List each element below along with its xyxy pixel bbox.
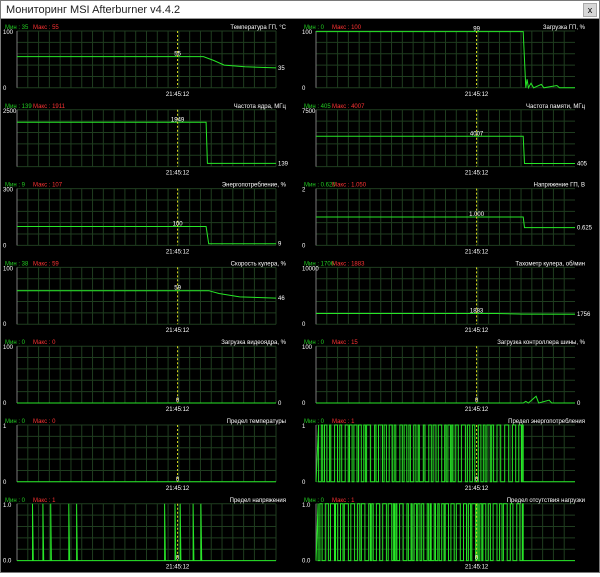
graph-panel[interactable]: Мин : 0.625Макс : 1.050 Напряжение ГП, В2… <box>300 177 598 256</box>
graph-title: Предел отсутствия нагрузки <box>507 498 585 504</box>
stat-max: Макс : 1883 <box>332 261 365 267</box>
stat-max: Макс : 1 <box>332 419 355 425</box>
cursor-time-label: 21:45:12 <box>166 328 190 334</box>
window-title: Мониторинг MSI Afterburner v4.4.2 <box>6 4 181 16</box>
graph-title: Напряжение ГП, В <box>534 183 585 189</box>
cursor-time-label: 21:45:12 <box>465 565 489 571</box>
stat-max: Макс : 0 <box>33 419 56 425</box>
cursor-value-label: 4007 <box>470 131 484 137</box>
y-axis-top-label: 100 <box>3 345 14 351</box>
cursor-time-label: 21:45:12 <box>465 486 489 492</box>
y-axis-top-label: 10000 <box>302 266 319 272</box>
cursor-value-label: 1.000 <box>469 212 485 218</box>
cursor-time-label: 21:45:12 <box>465 407 489 413</box>
graphs-area: Мин : 35 Макс : 55 Температура ГП, °C 100 0 2… <box>1 20 599 572</box>
cursor-time-label: 21:45:12 <box>166 407 190 413</box>
cursor-value-label: 59 <box>174 286 181 292</box>
cursor-time-label: 21:45:12 <box>166 249 190 255</box>
close-button[interactable]: x <box>583 3 597 17</box>
y-axis-top-label: 100 <box>3 266 14 272</box>
graph-title: Загрузка видеоядра, % <box>221 340 286 346</box>
graph-panel[interactable]: Мин : 0 Макс : 100 Загрузка ГП, %100021:45… <box>300 20 598 98</box>
graph-panel[interactable]: Мин : 0 Макс : 1 Предел напряжения1.00.021… <box>1 492 299 571</box>
stat-min: Мин : 0 <box>304 419 325 425</box>
graph-panel[interactable]: Мин : 0 Макс : 15 Загрузка контроллера шин… <box>300 335 598 413</box>
graph-title: Предел напряжения <box>230 498 286 504</box>
graph-panel[interactable]: Мин : 0 Макс : 0 Загрузка видеоядра, %1000… <box>1 335 299 413</box>
graph-panel[interactable]: Мин : 139 Макс : 1911 Частота ядра, МГц250… <box>1 98 299 177</box>
stat-max: Макс : 15 <box>332 340 358 346</box>
graph-panel[interactable]: Мин : 0 Макс : 0 Предел температуры1021:45… <box>1 414 299 492</box>
graph-title: Скорость кулера, % <box>231 261 287 267</box>
graph-title: Частота ядра, МГц <box>234 104 287 110</box>
graph-title: Энергопотребление, % <box>222 183 287 189</box>
stat-max: Макс : 4007 <box>332 104 365 110</box>
graph-panel[interactable]: Мин : 0 Макс : 1 Предел энергопотребления1… <box>300 414 598 492</box>
cursor-value-label: 99 <box>473 27 480 33</box>
cursor-time-label: 21:45:12 <box>166 92 190 98</box>
cursor-value-label: 55 <box>174 52 181 58</box>
y-axis-top-label: 300 <box>3 188 14 194</box>
y-axis-top-label: 2500 <box>3 109 17 115</box>
cursor-time-label: 21:45:12 <box>465 249 489 255</box>
end-value-label: 0.625 <box>577 226 593 232</box>
graph-title: Предел температуры <box>227 419 286 425</box>
graph-panel[interactable]: Мин : 405 Макс : 4007 Частота памяти, МГц7… <box>300 98 598 177</box>
y-axis-top-label: 100 <box>302 30 313 36</box>
graph-panel[interactable]: Мин : 35 Макс : 55 Температура ГП, °C10002… <box>1 20 299 98</box>
afterburner-monitor-window: Мониторинг MSI Afterburner v4.4.2 x Мин … <box>0 0 600 573</box>
cursor-value-label: 100 <box>173 221 184 227</box>
graph-panel[interactable]: Мин : 38 Макс : 59 Скорость кулера, %10002… <box>1 256 299 335</box>
graph-panel[interactable]: Мин : 0 Макс : 1 Предел отсутствия нагрузк… <box>300 492 598 571</box>
end-value-label: 405 <box>577 162 588 168</box>
end-value-label: 46 <box>278 296 285 302</box>
stat-max: Макс : 1911 <box>33 104 66 110</box>
stat-max: Макс : 107 <box>33 183 63 189</box>
graph-title: Тахометр кулера, об/мин <box>515 261 585 267</box>
graph-panel[interactable]: Мин : 1706Макс : 1883 Тахометр кулера, об… <box>300 256 598 335</box>
stat-max: Макс : 1.050 <box>332 183 367 189</box>
cursor-time-label: 21:45:12 <box>465 171 489 177</box>
end-value-label: 139 <box>278 161 289 167</box>
y-axis-top-label: 100 <box>302 345 313 351</box>
end-value-label: 1756 <box>577 312 591 318</box>
y-axis-top-label: 1.0 <box>3 503 12 509</box>
cursor-value-label: 1949 <box>171 117 185 123</box>
y-axis-top-label: 7500 <box>302 109 316 115</box>
y-axis-bottom-label: 0.0 <box>3 559 12 565</box>
y-axis-top-label: 1.0 <box>302 503 311 509</box>
stat-max: Макс : 1 <box>332 498 355 504</box>
end-value-label: 35 <box>278 66 285 72</box>
graph-title: Загрузка ГП, % <box>543 25 586 31</box>
cursor-time-label: 21:45:12 <box>465 92 489 98</box>
stat-max: Макс : 100 <box>332 25 362 31</box>
cursor-time-label: 21:45:12 <box>166 486 190 492</box>
title-bar[interactable]: Мониторинг MSI Afterburner v4.4.2 x <box>1 1 599 19</box>
cursor-time-label: 21:45:12 <box>166 171 190 177</box>
stat-max: Макс : 1 <box>33 498 56 504</box>
cursor-value-label: 1883 <box>470 309 484 315</box>
graph-title: Предел энергопотребления <box>508 419 585 425</box>
graph-title: Температура ГП, °C <box>230 25 286 31</box>
stat-min: Мин : 0 <box>5 419 26 425</box>
stat-max: Макс : 0 <box>33 340 56 346</box>
cursor-time-label: 21:45:12 <box>166 565 190 571</box>
graphs-svg: Мин : 35 Макс : 55 Температура ГП, °C10002… <box>1 20 598 571</box>
graph-panel[interactable]: Мин : 9 Макс : 107 Энергопотребление, %300… <box>1 177 299 256</box>
stat-max: Макс : 59 <box>33 261 59 267</box>
cursor-time-label: 21:45:12 <box>465 328 489 334</box>
graph-title: Загрузка контроллера шины, % <box>497 340 585 346</box>
y-axis-bottom-label: 0.0 <box>302 559 311 565</box>
stat-max: Макс : 55 <box>33 25 59 31</box>
graph-title: Частота памяти, МГц <box>526 104 586 110</box>
y-axis-top-label: 100 <box>3 30 14 36</box>
